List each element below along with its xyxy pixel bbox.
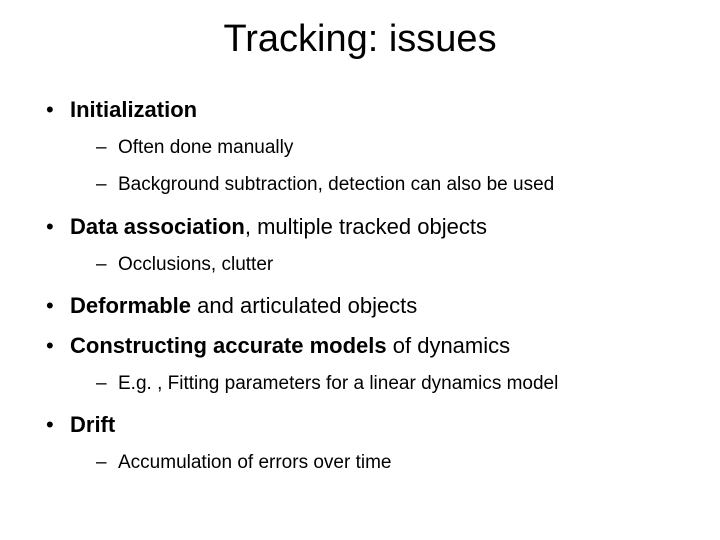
sub-bullet: Accumulation of errors over time [96, 450, 680, 476]
sub-bullet: Occlusions, clutter [96, 252, 680, 278]
bullet-bold: Drift [70, 412, 115, 437]
sub-bullet: E.g. , Fitting parameters for a linear d… [96, 371, 680, 397]
bullet-bold: Data association [70, 214, 245, 239]
bullet-deformable: Deformable and articulated objects [40, 291, 680, 321]
bullet-drift: Drift Accumulation of errors over time [40, 410, 680, 475]
slide-title: Tracking: issues [40, 18, 680, 61]
bullet-rest: of dynamics [387, 333, 511, 358]
bullet-bold: Deformable [70, 293, 191, 318]
sub-bullet: Often done manually [96, 135, 680, 161]
sub-list: Often done manually Background subtracti… [70, 135, 680, 198]
bullet-constructing-models: Constructing accurate models of dynamics… [40, 331, 680, 396]
sub-list: Occlusions, clutter [70, 252, 680, 278]
slide: Tracking: issues Initialization Often do… [0, 0, 720, 540]
sub-bullet: Background subtraction, detection can al… [96, 172, 680, 198]
bullet-bold: Initialization [70, 97, 197, 122]
bullet-bold: Constructing accurate models [70, 333, 387, 358]
sub-list: E.g. , Fitting parameters for a linear d… [70, 371, 680, 397]
bullet-initialization: Initialization Often done manually Backg… [40, 95, 680, 198]
bullet-rest: and articulated objects [191, 293, 417, 318]
bullet-rest: , multiple tracked objects [245, 214, 487, 239]
bullet-data-association: Data association, multiple tracked objec… [40, 212, 680, 277]
bullet-list: Initialization Often done manually Backg… [40, 95, 680, 476]
sub-list: Accumulation of errors over time [70, 450, 680, 476]
